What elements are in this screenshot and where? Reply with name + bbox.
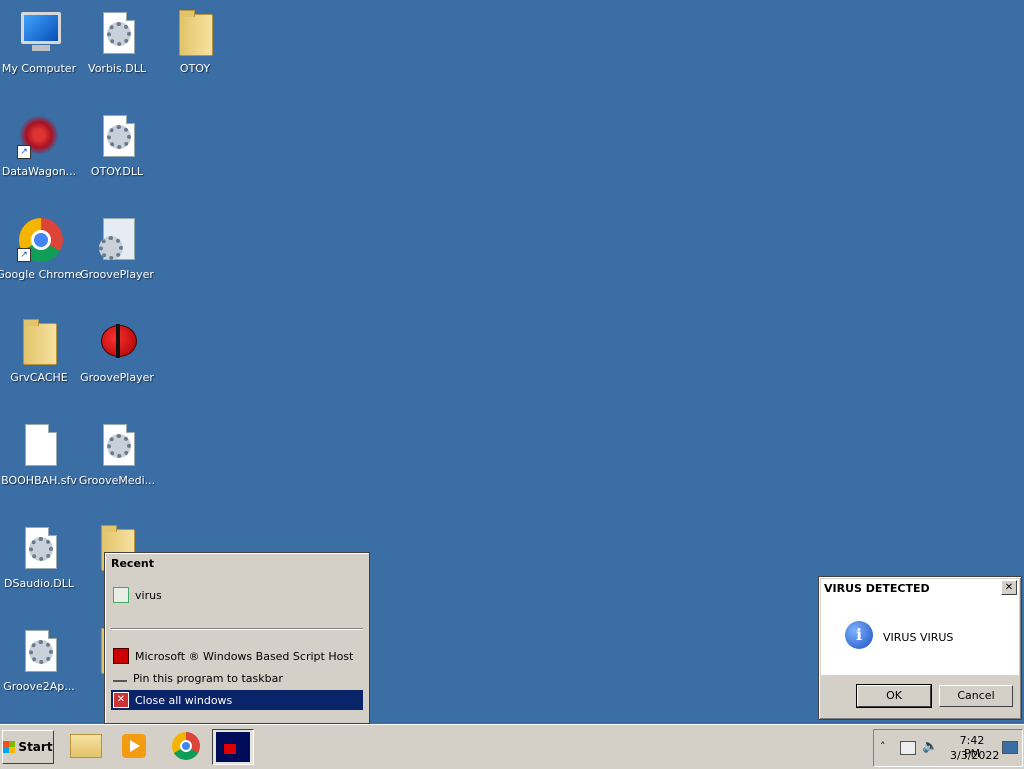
virus-detected-dialog: VIRUS DETECTED ✕ i VIRUS VIRUS OK Cancel: [818, 576, 1022, 720]
desktop-icon-label: OTOY.DLL: [90, 165, 144, 178]
jump-list-pin-to-taskbar[interactable]: Pin this program to taskbar: [111, 668, 363, 688]
dialog-message: VIRUS VIRUS: [883, 631, 954, 644]
cancel-button[interactable]: Cancel: [939, 685, 1013, 707]
script-host-icon: [216, 732, 250, 762]
taskbar: Start ˄ 🔈 7:42 PM 3/3/2022: [0, 724, 1024, 769]
info-icon: i: [845, 621, 873, 649]
desktop-icon-otoy-folder[interactable]: OTOY: [156, 4, 234, 84]
dialog-body: i VIRUS VIRUS: [821, 597, 1019, 675]
desktop-icon-label: GroovePlayer: [80, 371, 154, 384]
taskbar-chrome[interactable]: [166, 729, 206, 763]
jump-list-item-label: Pin this program to taskbar: [133, 671, 283, 685]
shortcut-app-icon: ↗: [15, 113, 63, 161]
close-icon[interactable]: ✕: [1001, 580, 1017, 595]
jump-list-item-label: Close all windows: [135, 693, 233, 707]
taskbar-explorer[interactable]: [66, 729, 106, 763]
config-file-icon: [93, 216, 141, 264]
show-desktop-icon[interactable]: [1002, 741, 1018, 754]
jump-list-item-label: virus: [135, 588, 162, 602]
desktop-icon-google-chrome[interactable]: ↗ Google Chrome: [0, 210, 82, 290]
dll-file-icon: [15, 628, 63, 676]
desktop-icon-boohbah[interactable]: BOOHBAH.sfv: [0, 416, 78, 496]
desktop-icon-datawagon[interactable]: ↗ DataWagon...: [0, 107, 78, 187]
network-icon[interactable]: [900, 741, 916, 755]
dialog-title-bar[interactable]: VIRUS DETECTED ✕: [821, 579, 1019, 597]
desktop-icon-vorbis-dll[interactable]: Vorbis.DLL: [78, 4, 156, 84]
system-tray: ˄ 🔈 7:42 PM 3/3/2022: [873, 729, 1023, 767]
start-button[interactable]: Start: [2, 730, 54, 764]
ok-button[interactable]: OK: [856, 684, 932, 708]
windows-logo-icon: [3, 741, 16, 753]
taskbar-media-player[interactable]: [114, 729, 154, 763]
clock-date[interactable]: 3/3/2022: [950, 749, 999, 762]
dialog-title: VIRUS DETECTED: [824, 581, 930, 595]
desktop-icon-groovemedi[interactable]: GrooveMedi...: [78, 416, 156, 496]
show-hidden-icons-icon[interactable]: ˄: [880, 740, 886, 753]
desktop-icon-label: GrvCACHE: [10, 371, 68, 384]
jump-list-menu: Recent virus Microsoft ® Windows Based S…: [104, 552, 370, 724]
jump-list-heading: Recent: [111, 557, 155, 570]
desktop-icon-label: Vorbis.DLL: [88, 62, 146, 75]
folder-icon: [171, 10, 219, 58]
desktop-icon-label: My Computer: [1, 62, 77, 75]
media-player-icon: [122, 734, 146, 758]
windows-explorer-icon: [70, 734, 102, 758]
desktop-icon-label: Google Chrome: [0, 268, 82, 281]
desktop-icon-grooveplayer-app[interactable]: GroovePlayer: [78, 313, 156, 393]
dll-file-icon: [93, 113, 141, 161]
dll-file-icon: [93, 422, 141, 470]
jump-list-close-all-windows[interactable]: ✕ Close all windows: [111, 690, 363, 710]
desktop-icon-label: BOOHBAH.sfv: [1, 474, 77, 487]
computer-icon: [15, 10, 63, 58]
taskbar-script-host[interactable]: [212, 729, 254, 765]
desktop-icon-grvcache[interactable]: GrvCACHE: [0, 313, 78, 393]
desktop-icon-label: GroovePlayer: [80, 268, 154, 281]
blank-file-icon: [15, 422, 63, 470]
desktop-icon-groove2ap[interactable]: Groove2Ap...: [0, 622, 78, 702]
dll-file-icon: [93, 10, 141, 58]
script-host-icon: [113, 648, 129, 664]
chrome-icon: ↗: [15, 216, 63, 264]
script-file-icon: [113, 587, 129, 603]
desktop-icon-label: Groove2Ap...: [3, 680, 75, 693]
chrome-icon: [172, 732, 200, 760]
jump-list-recent-item[interactable]: virus: [111, 585, 363, 605]
desktop-icon-label: GrooveMedi...: [78, 474, 156, 487]
desktop-icon-otoy-dll[interactable]: OTOY.DLL: [78, 107, 156, 187]
desktop-icon-grooveplayer-config[interactable]: GroovePlayer: [78, 210, 156, 290]
dll-file-icon: [15, 525, 63, 573]
volume-icon[interactable]: 🔈: [922, 739, 938, 754]
desktop-icon-dsaudio[interactable]: DSaudio.DLL: [0, 519, 78, 599]
desktop-icon-label: DataWagon...: [1, 165, 77, 178]
desktop: My Computer ↗ DataWagon... ↗ Google Chro…: [0, 0, 1024, 724]
pin-icon: [113, 674, 127, 682]
jump-list-item-label: Microsoft ® Windows Based Script Host: [135, 649, 354, 663]
close-windows-icon: ✕: [113, 692, 129, 708]
desktop-icon-my-computer[interactable]: My Computer: [0, 4, 78, 84]
ladybug-app-icon: [93, 319, 141, 367]
desktop-icon-label: OTOY: [179, 62, 211, 75]
start-label: Start: [18, 740, 53, 754]
desktop-icon-label: DSaudio.DLL: [4, 577, 74, 590]
jump-list-divider: [111, 628, 363, 630]
folder-icon: [15, 319, 63, 367]
jump-list-script-host[interactable]: Microsoft ® Windows Based Script Host: [111, 646, 363, 666]
